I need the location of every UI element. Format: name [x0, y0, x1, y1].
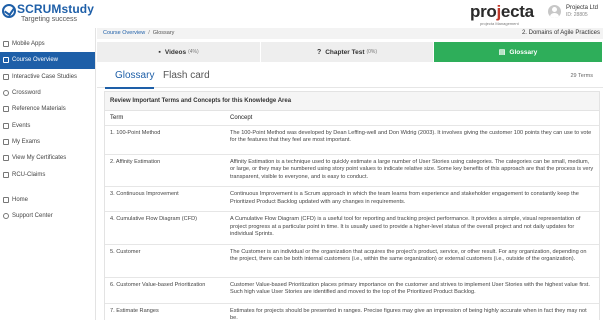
- home-icon: [3, 196, 9, 203]
- mobile-icon: [3, 41, 9, 48]
- brand-wordmark: projecta: [470, 2, 534, 21]
- avatar-icon[interactable]: [548, 5, 561, 18]
- sidebar-item-label: My Exams: [12, 138, 41, 145]
- exam-icon: [3, 138, 9, 145]
- sidebar-item-mobile-apps[interactable]: Mobile Apps: [0, 36, 95, 52]
- reference-icon: [3, 106, 9, 113]
- column-header-term: Term: [105, 111, 225, 126]
- breadcrumb: Course Overview / Glossary 2. Domains of A…: [97, 28, 603, 39]
- sidebar-item-label: Course Overview: [12, 57, 59, 64]
- sidebar-item-label: Crossword: [12, 90, 41, 97]
- logo-title: SCRUMstudy: [17, 2, 95, 16]
- profile-name: Projecta Ltd: [566, 5, 599, 11]
- tab-label: Videos: [164, 48, 187, 56]
- sidebar-item-crossword[interactable]: Crossword: [0, 85, 95, 101]
- concept-cell: Affinity Estimation is a technique used …: [225, 154, 599, 187]
- sidebar-item-rcu-claims[interactable]: RCU-Claims: [0, 166, 95, 182]
- concept-cell: The Customer is an individual or the org…: [225, 244, 599, 278]
- tab-glossary[interactable]: ▤ Glossary: [434, 42, 603, 62]
- content-tabs: ▪ Videos (4%) ? Chapter Test (0%) ▤ Glos…: [97, 42, 603, 62]
- table-row: 3. Continuous Improvement Continuous Imp…: [105, 186, 599, 212]
- tab-videos[interactable]: ▪ Videos (4%): [97, 42, 261, 62]
- sidebar-item-label: Reference Materials: [12, 106, 66, 113]
- sidebar-item-reference-materials[interactable]: Reference Materials: [0, 101, 95, 117]
- sidebar-item-course-overview[interactable]: Course Overview: [0, 52, 95, 69]
- tab-progress: (0%): [366, 49, 378, 55]
- claims-icon: [3, 171, 9, 178]
- sidebar-item-my-exams[interactable]: My Exams: [0, 134, 95, 150]
- glossary-icon: ▤: [498, 49, 506, 56]
- sidebar-item-view-my-certificates[interactable]: View My Certificates: [0, 150, 95, 166]
- sidebar-item-label: Events: [12, 122, 31, 129]
- logo-text: SCRUMstudy Targeting success: [17, 3, 94, 24]
- concept-cell: Continuous Improvement is a Scrum approa…: [225, 186, 599, 212]
- table-row: 4. Cumulative Flow Diagram (CFD) A Cumul…: [105, 211, 599, 245]
- term-cell: 1. 100-Point Method: [105, 125, 225, 155]
- support-icon: [3, 213, 9, 220]
- table-row: 6. Customer Value-based Prioritization C…: [105, 277, 599, 304]
- sidebar-item-label: Support Center: [12, 213, 53, 220]
- term-cell: 7. Estimate Ranges: [105, 303, 225, 320]
- case-study-icon: [3, 73, 9, 80]
- term-cell: 5. Customer: [105, 244, 225, 278]
- table-row: 1. 100-Point Method The 100-Point Method…: [105, 125, 599, 155]
- sidebar-item-interactive-case-studies[interactable]: Interactive Case Studies: [0, 69, 95, 85]
- term-cell: 4. Cumulative Flow Diagram (CFD): [105, 211, 225, 245]
- profile-text: Projecta Ltd ID: 28805: [566, 4, 598, 19]
- tab-chapter-test[interactable]: ? Chapter Test (0%): [261, 42, 434, 62]
- glossary-subtabs: Glossary Flash card 29 Terms: [97, 64, 603, 89]
- main-content: Course Overview / Glossary 2. Domains of A…: [97, 28, 603, 320]
- sidebar-item-home[interactable]: Home: [0, 192, 95, 208]
- active-subtab-underline: [105, 87, 154, 89]
- glossary-panel: Review Important Terms and Concepts for …: [104, 91, 600, 320]
- term-cell: 6. Customer Value-based Prioritization: [105, 277, 225, 304]
- terms-count: 29 Terms: [570, 73, 593, 79]
- certificate-icon: [3, 155, 9, 162]
- sidebar-item-label: Mobile Apps: [12, 41, 45, 48]
- table-row: 5. Customer The Customer is an individua…: [105, 244, 599, 278]
- projecta-brand-logo: projecta projecta Management: [470, 2, 534, 27]
- concept-cell: Estimates for projects should be present…: [225, 303, 599, 320]
- concept-cell: A Cumulative Flow Diagram (CFD) is a use…: [225, 211, 599, 245]
- app-root: SCRUMstudy Targeting success projecta pr…: [0, 0, 603, 320]
- sidebar-item-support-center[interactable]: Support Center: [0, 208, 95, 224]
- checkmark-logo-icon: [2, 4, 16, 18]
- sidebar: Mobile Apps Course Overview Interactive …: [0, 28, 96, 320]
- top-header: SCRUMstudy Targeting success projecta pr…: [0, 0, 603, 28]
- domain-title: 2. Domains of Agile Practices: [521, 30, 600, 36]
- video-icon: ▪: [158, 48, 161, 56]
- table-row: 7. Estimate Ranges Estimates for project…: [105, 303, 599, 320]
- tab-progress: (4%): [188, 49, 199, 55]
- table-row: 2. Affinity Estimation Affinity Estimati…: [105, 154, 599, 187]
- user-profile[interactable]: Projecta Ltd ID: 28805: [548, 4, 598, 19]
- breadcrumb-current: Glossary: [152, 30, 175, 36]
- term-cell: 2. Affinity Estimation: [105, 154, 225, 187]
- tab-label: Chapter Test: [325, 48, 365, 56]
- sidebar-item-label: Home: [12, 196, 29, 203]
- subtab-flash-card[interactable]: Flash card: [163, 70, 210, 81]
- logo-subtitle: Targeting success: [21, 16, 78, 23]
- concept-cell: Customer Value-based Prioritization plac…: [225, 277, 599, 304]
- sidebar-item-label: View My Certificates: [12, 155, 67, 162]
- tab-label: Glossary: [509, 48, 538, 56]
- scrumstudy-logo[interactable]: SCRUMstudy Targeting success: [2, 3, 94, 24]
- breadcrumb-link-course-overview[interactable]: Course Overview: [103, 30, 145, 36]
- table-header-row: Term Concept: [105, 111, 599, 126]
- panel-title: Review Important Terms and Concepts for …: [105, 92, 599, 111]
- concept-cell: The 100-Point Method was developed by De…: [225, 125, 599, 155]
- breadcrumb-separator: /: [148, 30, 150, 36]
- sidebar-item-events[interactable]: Events: [0, 117, 95, 133]
- crossword-icon: [3, 90, 9, 97]
- term-cell: 3. Continuous Improvement: [105, 186, 225, 212]
- glossary-table: Term Concept 1. 100-Point Method The 100…: [105, 111, 599, 320]
- book-icon: [3, 57, 9, 64]
- sidebar-item-label: Interactive Case Studies: [12, 73, 78, 80]
- question-icon: ?: [316, 48, 322, 56]
- calendar-icon: [3, 122, 9, 129]
- sidebar-item-label: RCU-Claims: [12, 171, 46, 178]
- brand-tagline: projecta Management: [480, 21, 519, 26]
- column-header-concept: Concept: [225, 111, 599, 126]
- profile-id: ID: 28805: [566, 12, 588, 18]
- subtab-glossary[interactable]: Glossary: [115, 70, 154, 81]
